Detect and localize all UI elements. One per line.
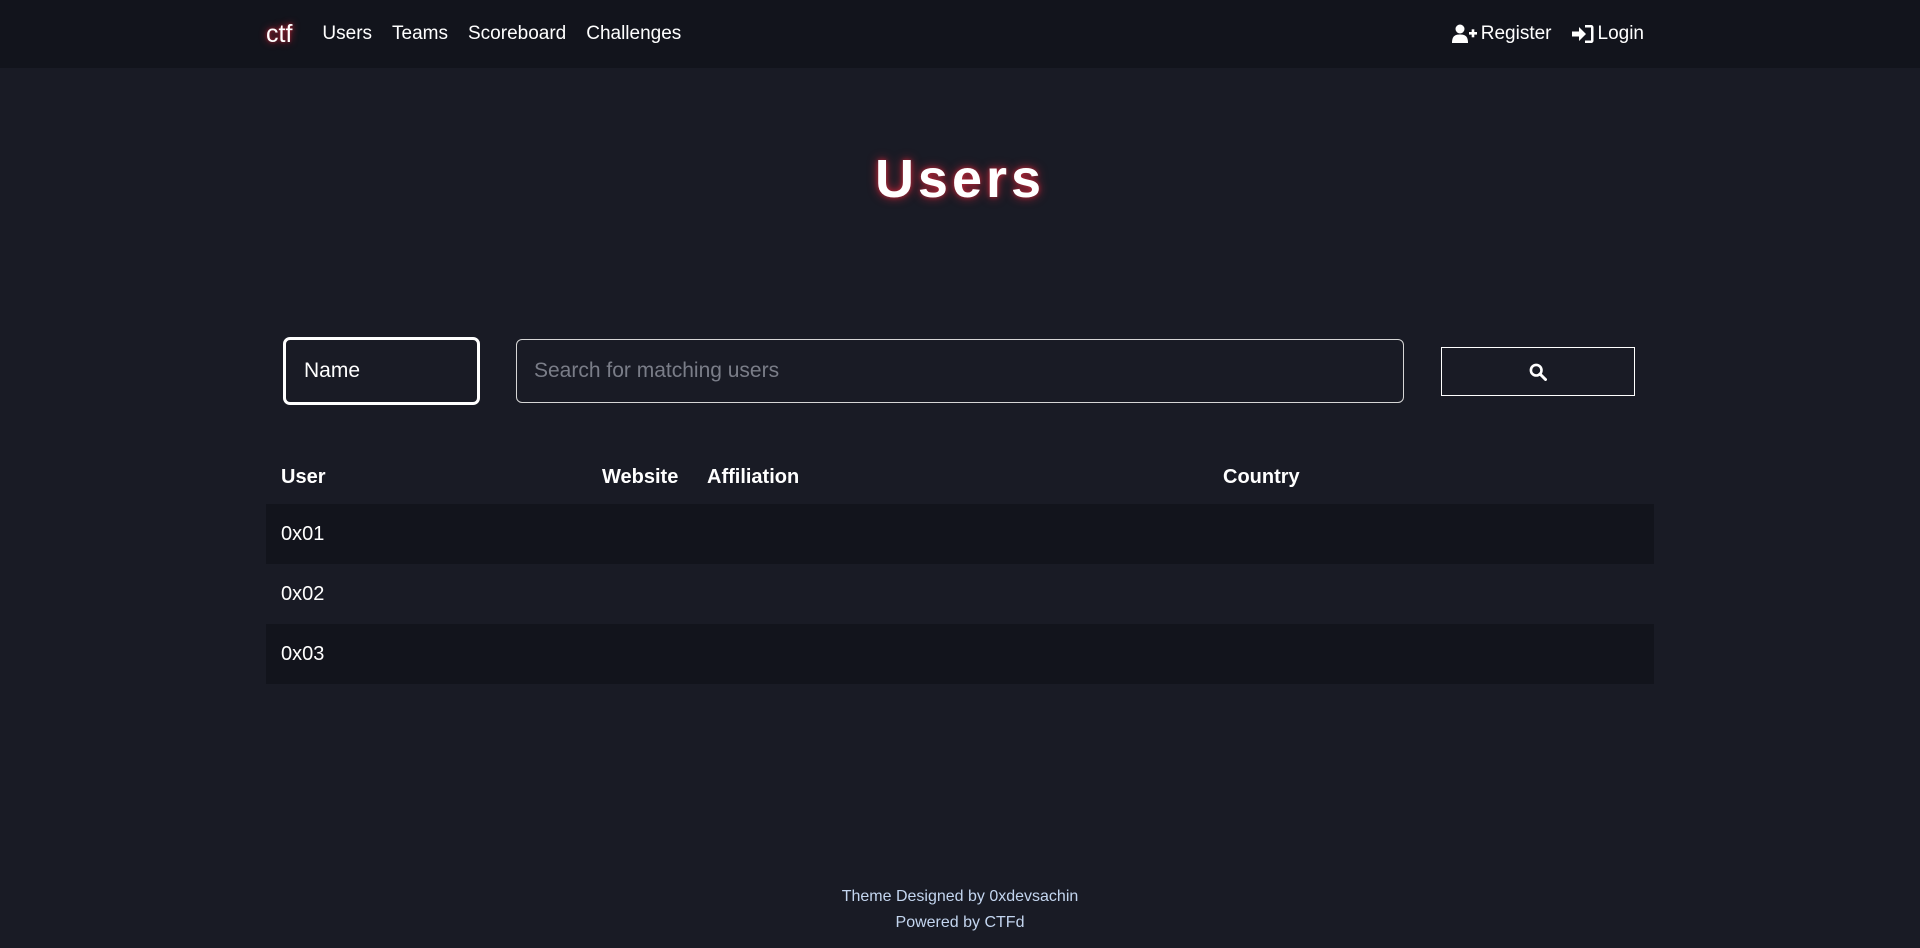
- page-title: Users: [874, 149, 1046, 209]
- register-link[interactable]: Register: [1451, 23, 1552, 45]
- brand-logo[interactable]: ctf: [266, 20, 292, 49]
- header-user[interactable]: User: [281, 466, 325, 489]
- nav-link-users[interactable]: Users: [322, 23, 372, 45]
- footer-theme-credit[interactable]: Theme Designed by 0xdevsachin: [0, 884, 1920, 910]
- table-header: User Website Affiliation Country: [266, 450, 1654, 504]
- user-link[interactable]: 0x01: [281, 523, 324, 546]
- footer: Theme Designed by 0xdevsachin Powered by…: [0, 884, 1920, 936]
- sign-in-icon: [1571, 25, 1593, 43]
- nav-link-teams[interactable]: Teams: [392, 23, 448, 45]
- users-table: User Website Affiliation Country 0x01 0x…: [266, 450, 1654, 684]
- nav-link-challenges[interactable]: Challenges: [586, 23, 681, 45]
- user-link[interactable]: 0x03: [281, 643, 324, 666]
- table-row: 0x03: [266, 624, 1654, 684]
- nav-links: Users Teams Scoreboard Challenges: [322, 23, 701, 45]
- header-country[interactable]: Country: [1223, 466, 1300, 489]
- nav-link-scoreboard[interactable]: Scoreboard: [468, 23, 566, 45]
- user-link[interactable]: 0x02: [281, 583, 324, 606]
- search-field-value: Name: [304, 359, 361, 382]
- search-button[interactable]: [1441, 347, 1635, 396]
- search-field-select[interactable]: Name: [283, 337, 480, 405]
- login-link[interactable]: Login: [1571, 23, 1645, 45]
- footer-powered-by[interactable]: Powered by CTFd: [0, 910, 1920, 936]
- header-affiliation[interactable]: Affiliation: [707, 466, 799, 489]
- table-row: 0x01: [266, 504, 1654, 564]
- header-website[interactable]: Website: [602, 466, 678, 489]
- navbar-inner: ctf Users Teams Scoreboard Challenges Re…: [266, 0, 1644, 68]
- search-icon: [1529, 363, 1547, 381]
- login-label: Login: [1597, 23, 1645, 44]
- register-label: Register: [1480, 23, 1552, 44]
- table-row: 0x02: [266, 564, 1654, 624]
- user-plus-icon: [1451, 24, 1477, 43]
- navbar: ctf Users Teams Scoreboard Challenges Re…: [0, 0, 1920, 68]
- search-input[interactable]: [516, 339, 1404, 403]
- nav-right: Register Login: [1432, 23, 1644, 45]
